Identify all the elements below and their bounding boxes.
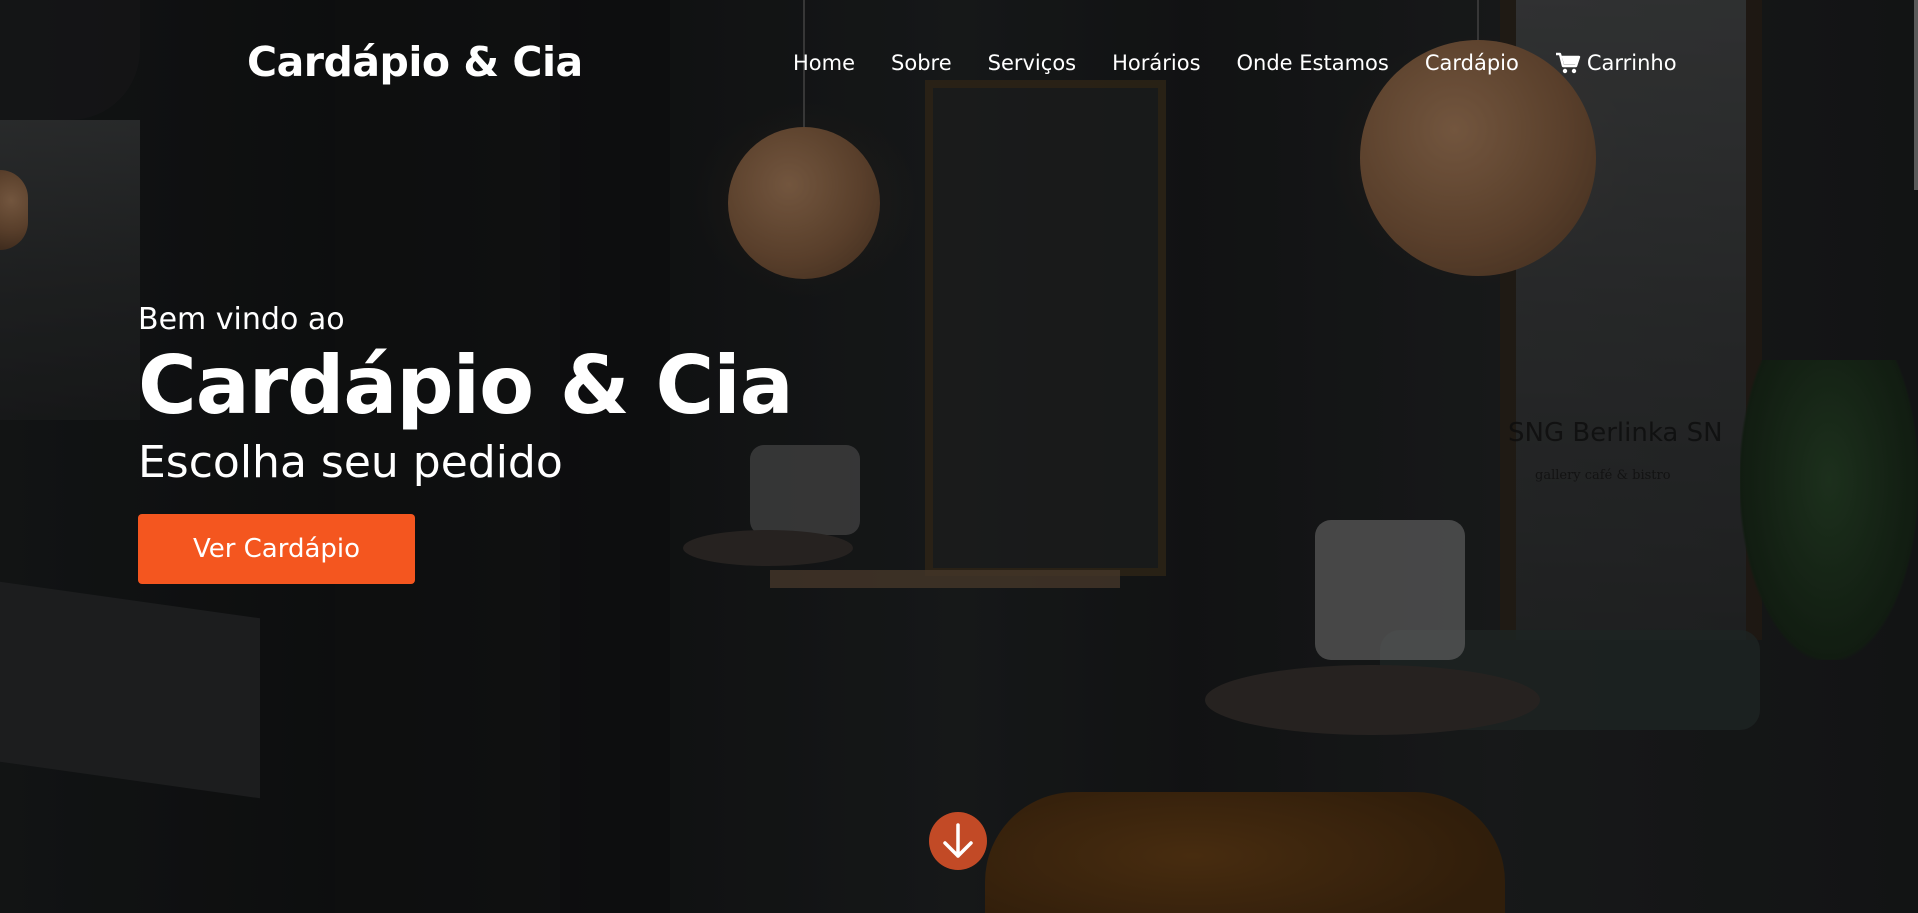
- shopping-cart-icon: [1555, 52, 1581, 74]
- hero-section: SNG Berlinka SN gallery café & bistro Ca…: [0, 0, 1918, 913]
- hero-subtitle: Escolha seu pedido: [138, 437, 563, 488]
- brand-logo[interactable]: Cardápio & Cia: [247, 38, 583, 86]
- nav-carrinho-label: Carrinho: [1586, 51, 1677, 75]
- navbar: Cardápio & Cia Home Sobre Serviços Horár…: [0, 0, 1918, 130]
- hero-content: Bem vindo ao Cardápio & Cia Escolha seu …: [138, 300, 794, 584]
- nav-carrinho[interactable]: Carrinho: [1555, 51, 1677, 75]
- main-nav: Home Sobre Serviços Horários Onde Estamo…: [793, 51, 1677, 75]
- view-menu-button[interactable]: Ver Cardápio: [138, 514, 415, 584]
- arrow-down-icon: [943, 823, 973, 858]
- scroll-down-button[interactable]: [929, 812, 987, 870]
- nav-sobre[interactable]: Sobre: [891, 51, 952, 75]
- nav-horarios[interactable]: Horários: [1112, 51, 1200, 75]
- hero-title: Cardápio & Cia: [138, 339, 794, 432]
- page-scrollbar[interactable]: [1914, 0, 1918, 190]
- nav-servicos[interactable]: Serviços: [988, 51, 1076, 75]
- hero-welcome: Bem vindo ao: [138, 302, 345, 337]
- nav-home[interactable]: Home: [793, 51, 855, 75]
- nav-cardapio[interactable]: Cardápio: [1425, 51, 1519, 75]
- nav-onde-estamos[interactable]: Onde Estamos: [1237, 51, 1389, 75]
